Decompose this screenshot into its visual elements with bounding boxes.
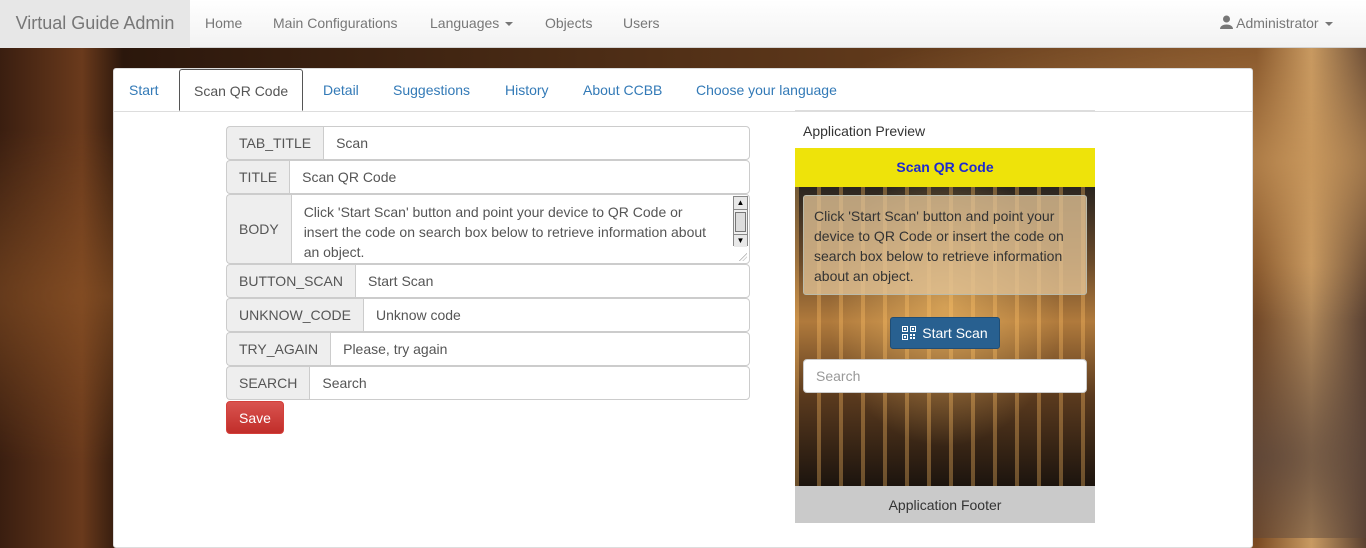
form-row-try-again: TRY_AGAIN Please, try again — [226, 332, 750, 366]
try-again-input[interactable]: Please, try again — [330, 332, 750, 366]
search-label-input[interactable]: Search — [309, 366, 750, 400]
user-name: Administrator — [1236, 15, 1319, 31]
tab-detail[interactable]: Detail — [323, 69, 359, 111]
app-search-input[interactable]: Search — [803, 359, 1087, 393]
field-label: SEARCH — [226, 366, 310, 400]
qrcode-icon — [902, 326, 917, 340]
brand-title[interactable]: Virtual Guide Admin — [0, 0, 190, 48]
field-label: TRY_AGAIN — [226, 332, 331, 366]
field-label: TAB_TITLE — [226, 126, 324, 160]
user-icon — [1220, 15, 1233, 29]
nav-languages-label: Languages — [430, 15, 500, 31]
resize-grip-icon[interactable] — [739, 253, 747, 261]
tab-title-input[interactable]: Scan — [323, 126, 750, 160]
app-header: Scan QR Code — [795, 148, 1095, 187]
button-scan-input[interactable]: Start Scan — [354, 264, 750, 298]
field-label: BUTTON_SCAN — [226, 264, 355, 298]
tab-about-ccbb[interactable]: About CCBB — [583, 69, 662, 111]
field-label: UNKNOW_CODE — [226, 298, 364, 332]
tab-scan-qr-code[interactable]: Scan QR Code — [179, 69, 304, 111]
user-menu[interactable]: Administrator — [1220, 0, 1333, 46]
start-scan-label: Start Scan — [922, 325, 988, 341]
form-row-button-scan: BUTTON_SCAN Start Scan — [226, 264, 750, 298]
form-row-tab-title: TAB_TITLE Scan — [226, 126, 750, 160]
nav-main-configurations[interactable]: Main Configurations — [273, 0, 398, 46]
tab-suggestions[interactable]: Suggestions — [393, 69, 470, 111]
nav-languages-dropdown[interactable]: Languages — [430, 0, 514, 46]
form-row-unknow-code: UNKNOW_CODE Unknow code — [226, 298, 750, 332]
preview-title: Application Preview — [803, 123, 926, 139]
scroll-up-icon[interactable]: ▲ — [734, 197, 747, 210]
textarea-scrollbar[interactable]: ▲ ▼ — [733, 196, 748, 247]
form-row-body: BODY Click 'Start Scan' button and point… — [226, 194, 750, 264]
form-row-title: TITLE Scan QR Code — [226, 160, 750, 194]
divider — [795, 110, 1095, 111]
save-button[interactable]: Save — [226, 401, 284, 434]
app-body-text: Click 'Start Scan' button and point your… — [803, 195, 1087, 295]
nav-users[interactable]: Users — [623, 0, 660, 46]
tab-start[interactable]: Start — [129, 69, 159, 111]
nav-objects[interactable]: Objects — [545, 0, 592, 46]
form-row-search: SEARCH Search — [226, 366, 750, 400]
title-input[interactable]: Scan QR Code — [289, 160, 750, 194]
field-label: BODY — [226, 194, 291, 264]
nav-home[interactable]: Home — [205, 0, 242, 46]
top-navbar: Virtual Guide Admin Home Main Configurat… — [0, 0, 1366, 48]
app-body: Click 'Start Scan' button and point your… — [795, 187, 1095, 486]
field-label: TITLE — [226, 160, 290, 194]
unknow-code-input[interactable]: Unknow code — [363, 298, 750, 332]
app-footer: Application Footer — [795, 486, 1095, 523]
chevron-down-icon — [1324, 22, 1333, 27]
tab-choose-language[interactable]: Choose your language — [696, 69, 837, 111]
chevron-down-icon — [505, 22, 514, 27]
tab-bar: Start Scan QR Code Detail Suggestions Hi… — [114, 69, 1252, 112]
body-text: Click 'Start Scan' button and point your… — [303, 204, 707, 260]
scroll-thumb[interactable] — [735, 212, 746, 232]
tab-history[interactable]: History — [505, 69, 549, 111]
scroll-down-icon[interactable]: ▼ — [734, 234, 747, 247]
start-scan-button[interactable]: Start Scan — [890, 317, 1000, 349]
body-textarea[interactable]: Click 'Start Scan' button and point your… — [290, 194, 750, 264]
